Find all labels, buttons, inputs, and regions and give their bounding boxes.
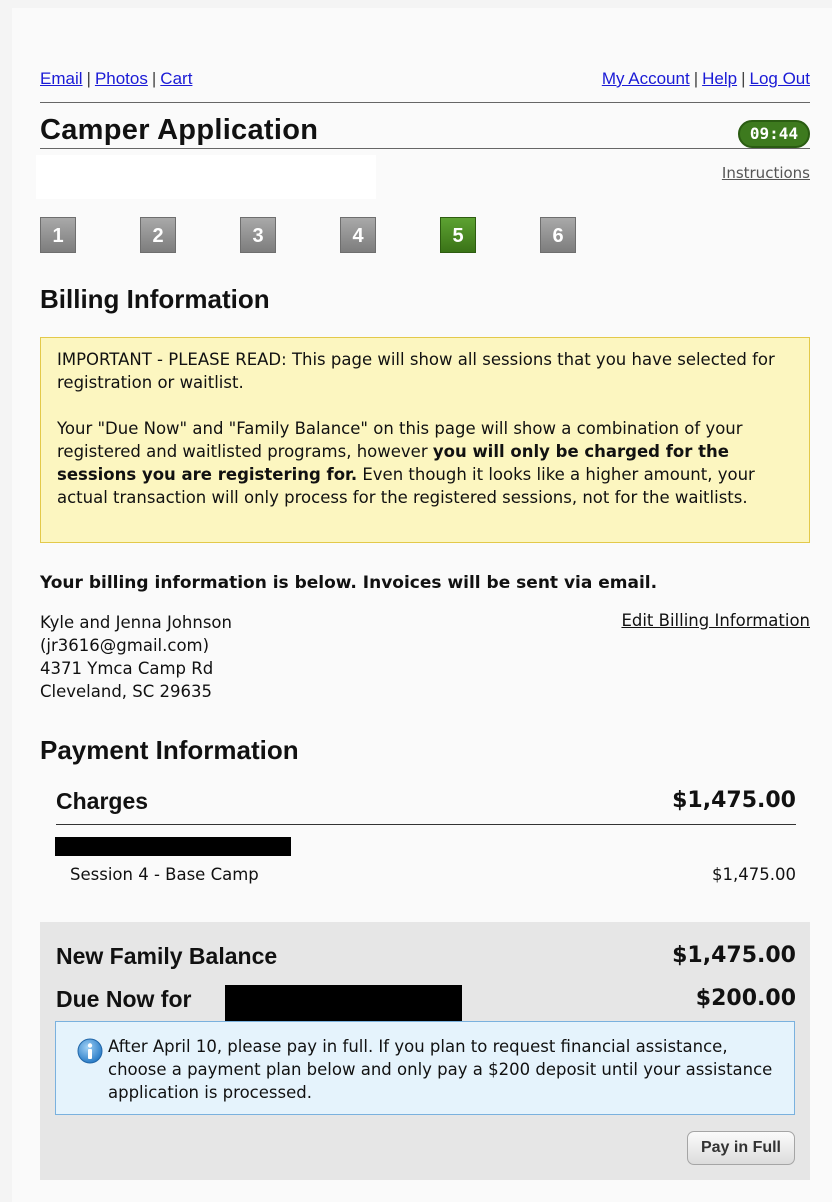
important-notice: IMPORTANT - PLEASE READ: This page will … [40, 337, 810, 543]
step-2-button[interactable]: 2 [140, 217, 176, 253]
page-title: Camper Application [40, 114, 319, 146]
billing-street: 4371 Ymca Camp Rd [40, 659, 214, 678]
edit-billing-link[interactable]: Edit Billing Information [621, 611, 810, 630]
billing-name: Kyle and Jenna Johnson [40, 613, 232, 632]
redacted-area [36, 155, 376, 199]
session-amount: $1,475.00 [712, 865, 796, 884]
new-balance-amount: $1,475.00 [672, 943, 796, 968]
step-3-button[interactable]: 3 [240, 217, 276, 253]
step-6-button[interactable]: 6 [540, 217, 576, 253]
charges-row: Charges $1,475.00 [56, 788, 796, 822]
billing-city: Cleveland, SC 29635 [40, 682, 213, 701]
top-nav-left: Email | Photos | Cart [40, 69, 193, 88]
payment-info-message: After April 10, please pay in full. If y… [55, 1021, 795, 1115]
charges-total: $1,475.00 [672, 788, 796, 813]
top-nav: Email | Photos | Cart My Account | Help | Log Ou… [40, 69, 810, 93]
new-family-balance-row: New Family Balance $1,475.00 [56, 943, 796, 975]
charges-divider [56, 824, 796, 825]
step-5-button-current[interactable]: 5 [440, 217, 476, 253]
billing-address: Kyle and Jenna Johnson (jr3616@gmail.com… [40, 611, 232, 703]
nav-link-photos[interactable]: Photos [95, 69, 148, 88]
nav-link-help[interactable]: Help [702, 69, 737, 88]
billing-email: (jr3616@gmail.com) [40, 636, 210, 655]
billing-section-title: Billing Information [40, 284, 270, 314]
step-1-button[interactable]: 1 [40, 217, 76, 253]
nav-link-cart[interactable]: Cart [160, 69, 192, 88]
session-line-item: Session 4 - Base Camp $1,475.00 [70, 865, 796, 884]
step-4-button[interactable]: 4 [340, 217, 376, 253]
notice-paragraph-2: Your "Due Now" and "Family Balance" on t… [57, 419, 755, 507]
charges-label: Charges [56, 788, 149, 814]
redacted-camper-name [55, 837, 291, 856]
header-bottom-divider [40, 148, 810, 149]
page: Email | Photos | Cart My Account | Help | Log Ou… [12, 8, 832, 1202]
payment-info-text: After April 10, please pay in full. If y… [108, 1037, 773, 1102]
top-nav-right: My Account | Help | Log Out [601, 69, 811, 88]
billing-info-heading: Your billing information is below. Invoi… [40, 573, 658, 593]
nav-link-my-account[interactable]: My Account [602, 69, 690, 88]
nav-link-log-out[interactable]: Log Out [750, 69, 811, 88]
info-icon [77, 1038, 103, 1064]
pay-in-full-button[interactable]: Pay in Full [687, 1131, 795, 1165]
payment-section-title: Payment Information [40, 735, 299, 765]
due-now-amount: $200.00 [695, 986, 796, 1011]
due-now-label: Due Now for [56, 986, 192, 1012]
instructions-link[interactable]: Instructions [722, 164, 810, 182]
redacted-due-now-name [225, 985, 462, 1023]
session-name: Session 4 - Base Camp [70, 865, 259, 884]
step-indicator: 1 2 3 4 5 6 [40, 217, 600, 255]
header-top-divider [40, 102, 810, 103]
session-timer-badge: 09:44 [738, 120, 810, 148]
nav-link-email[interactable]: Email [40, 69, 83, 88]
notice-paragraph-1: IMPORTANT - PLEASE READ: This page will … [57, 350, 775, 392]
new-balance-label: New Family Balance [56, 943, 278, 969]
